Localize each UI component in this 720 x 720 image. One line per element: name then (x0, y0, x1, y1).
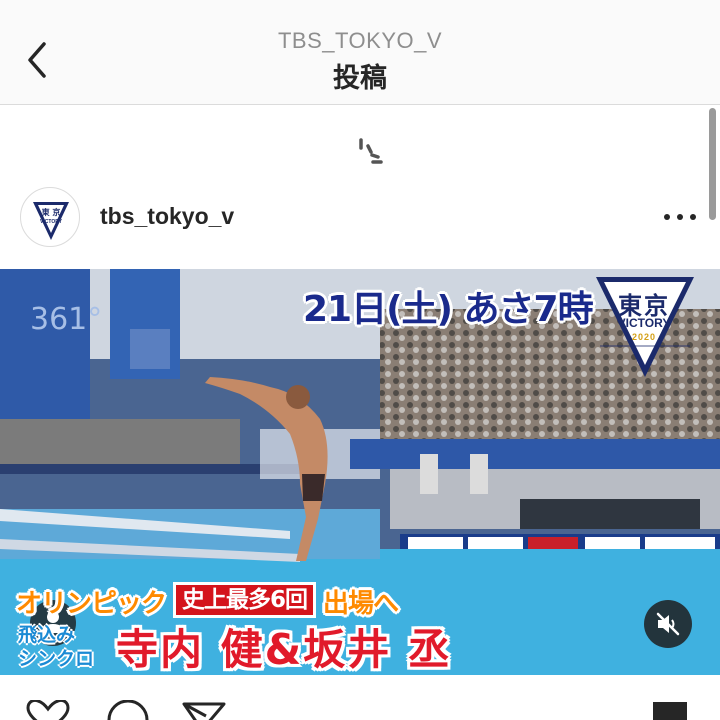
broadcast-time-caption: 21日(土) あさ7時 (303, 289, 594, 330)
scrollbar[interactable] (709, 108, 716, 220)
account-avatar[interactable]: 東 京 VICTORY (20, 187, 80, 247)
top-nav-bar: TBS_TOKYO_V 投稿 (0, 0, 720, 105)
caption-record-badge: 史上最多6回 (173, 582, 317, 618)
share-paper-plane-icon[interactable] (180, 700, 228, 720)
page-title: 投稿 (333, 63, 387, 94)
caption-event-line2: シンクロ (18, 648, 95, 670)
save-bookmark-icon[interactable] (650, 700, 690, 720)
post-username[interactable]: tbs_tokyo_v (100, 203, 234, 230)
speaker-muted-icon (656, 612, 680, 636)
loading-spinner-icon (359, 138, 383, 164)
scoreboard-text: 361° (30, 302, 102, 337)
victory-logo-name: VICTORY (617, 316, 671, 330)
caption-event-line1: 飛込み (18, 624, 76, 646)
mute-toggle-button[interactable] (644, 600, 692, 648)
caption-olympic: オリンピック (16, 589, 167, 619)
avatar-logo-kanji: 東 京 (42, 207, 61, 217)
caption-athlete-names: 寺内 健&坂井 丞 (116, 625, 452, 674)
comment-bubble-icon[interactable] (104, 700, 152, 720)
avatar-logo-victory: VICTORY (40, 219, 63, 225)
header-account-name: TBS_TOKYO_V (277, 28, 443, 53)
victory-logo-icon: 東 京 VICTORY (33, 202, 69, 240)
more-options-icon[interactable] (660, 210, 700, 224)
like-heart-icon[interactable] (24, 700, 72, 720)
victory-logo-year: 2020 (631, 332, 657, 342)
caption-appearance: 出場へ (323, 589, 399, 619)
